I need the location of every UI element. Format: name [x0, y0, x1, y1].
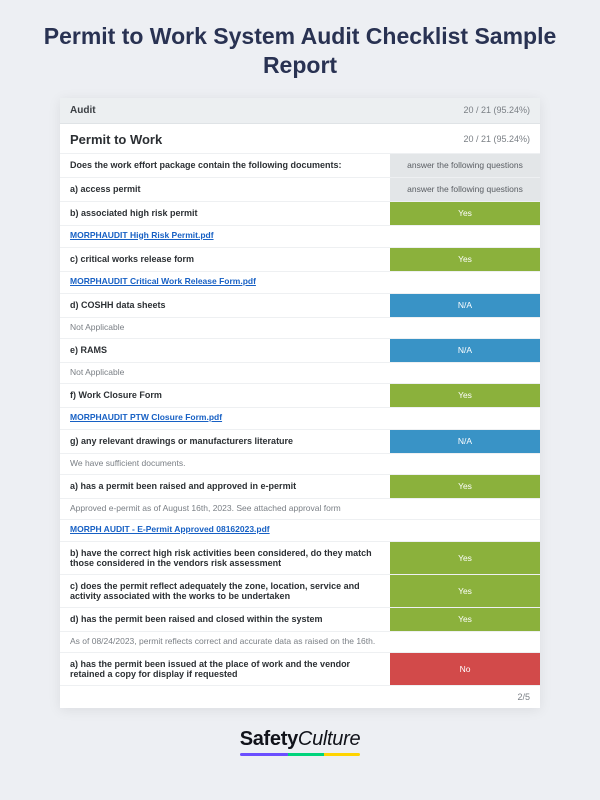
answer-badge: Yes [390, 575, 540, 607]
audit-score: 20 / 21 (95.24%) [463, 105, 530, 115]
answer-badge: No [390, 653, 540, 685]
question-text: g) any relevant drawings or manufacturer… [60, 430, 390, 453]
question-text: b) have the correct high risk activities… [60, 542, 390, 574]
attachment-link[interactable]: MORPHAUDIT PTW Closure Form.pdf [70, 412, 222, 422]
question-text: d) has the permit been raised and closed… [60, 608, 390, 631]
brand-underline [240, 753, 360, 756]
checklist-row: e) RAMSN/A [60, 338, 540, 362]
answer-badge: N/A [390, 430, 540, 453]
question-text: c) critical works release form [60, 248, 390, 271]
note-text: Not Applicable [60, 362, 540, 383]
note-text: As of 08/24/2023, permit reflects correc… [60, 631, 540, 652]
question-text: Does the work effort package contain the… [60, 154, 390, 177]
checklist-row: f) Work Closure FormYes [60, 383, 540, 407]
attachment-row: MORPH AUDIT - E-Permit Approved 08162023… [60, 519, 540, 541]
question-text: f) Work Closure Form [60, 384, 390, 407]
answer-badge: Yes [390, 542, 540, 574]
checklist-row: c) does the permit reflect adequately th… [60, 574, 540, 607]
page-title: Permit to Work System Audit Checklist Sa… [0, 0, 600, 98]
answer-badge: N/A [390, 294, 540, 317]
answer-badge: Yes [390, 248, 540, 271]
checklist-row: b) associated high risk permitYes [60, 201, 540, 225]
brand-part2: Culture [298, 728, 360, 750]
checklist-row: a) has the permit been issued at the pla… [60, 652, 540, 685]
checklist-row: b) have the correct high risk activities… [60, 541, 540, 574]
section-score: 20 / 21 (95.24%) [463, 134, 530, 144]
audit-label: Audit [70, 105, 96, 116]
question-text: a) has the permit been issued at the pla… [60, 653, 390, 685]
answer-badge: Yes [390, 202, 540, 225]
answer-badge: N/A [390, 339, 540, 362]
attachment-row: MORPHAUDIT PTW Closure Form.pdf [60, 407, 540, 429]
attachment-link[interactable]: MORPHAUDIT Critical Work Release Form.pd… [70, 276, 256, 286]
note-text: Not Applicable [60, 317, 540, 338]
answer-badge: Yes [390, 384, 540, 407]
pager: 2/5 [60, 685, 540, 708]
note-text: Approved e-permit as of August 16th, 202… [60, 498, 540, 519]
note-text: We have sufficient documents. [60, 453, 540, 474]
attachment-link[interactable]: MORPH AUDIT - E-Permit Approved 08162023… [70, 524, 270, 534]
checklist-row: d) has the permit been raised and closed… [60, 607, 540, 631]
checklist-row: Does the work effort package contain the… [60, 153, 540, 177]
question-text: d) COSHH data sheets [60, 294, 390, 317]
attachment-link[interactable]: MORPHAUDIT High Risk Permit.pdf [70, 230, 214, 240]
attachment-row: MORPHAUDIT High Risk Permit.pdf [60, 225, 540, 247]
brand-logo: SafetyCulture [0, 728, 600, 756]
question-text: b) associated high risk permit [60, 202, 390, 225]
checklist-rows: Does the work effort package contain the… [60, 153, 540, 685]
audit-header: Audit 20 / 21 (95.24%) [60, 98, 540, 124]
brand-part1: Safety [240, 728, 298, 750]
report-card: Audit 20 / 21 (95.24%) Permit to Work 20… [60, 98, 540, 708]
checklist-row: c) critical works release formYes [60, 247, 540, 271]
question-text: c) does the permit reflect adequately th… [60, 575, 390, 607]
attachment-row: MORPHAUDIT Critical Work Release Form.pd… [60, 271, 540, 293]
checklist-row: a) access permitanswer the following que… [60, 177, 540, 201]
answer-badge: Yes [390, 608, 540, 631]
question-text: e) RAMS [60, 339, 390, 362]
answer-badge: answer the following questions [390, 178, 540, 201]
checklist-row: d) COSHH data sheetsN/A [60, 293, 540, 317]
answer-badge: Yes [390, 475, 540, 498]
section-title: Permit to Work [70, 132, 162, 147]
question-text: a) has a permit been raised and approved… [60, 475, 390, 498]
checklist-row: g) any relevant drawings or manufacturer… [60, 429, 540, 453]
checklist-row: a) has a permit been raised and approved… [60, 474, 540, 498]
question-text: a) access permit [60, 178, 390, 201]
section-header: Permit to Work 20 / 21 (95.24%) [60, 124, 540, 153]
answer-badge: answer the following questions [390, 154, 540, 177]
